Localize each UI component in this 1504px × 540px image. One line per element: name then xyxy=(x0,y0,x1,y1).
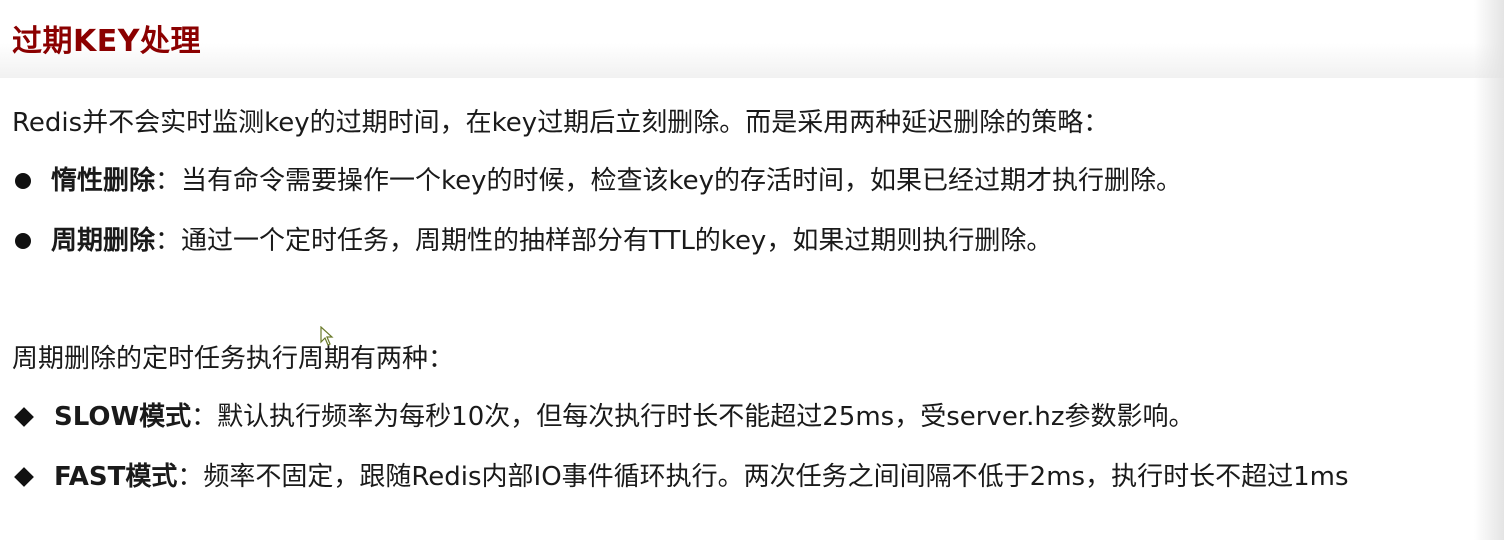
term-description: ：当有命令需要操作一个key的时候，检查该key的存活时间，如果已经过期才执行删… xyxy=(155,166,1183,196)
bullet-dot-icon xyxy=(15,173,31,189)
term-label: FAST模式 xyxy=(54,462,178,492)
intro-text: Redis并不会实时监测key的过期时间，在key过期后立刻删除。而是采用两种延… xyxy=(12,108,1110,138)
header-band xyxy=(0,0,1504,78)
page-edge-shadow xyxy=(1474,0,1504,540)
term-label: 惰性删除 xyxy=(51,166,156,196)
term-description: ：默认执行频率为每秒10次，但每次执行时长不能超过25ms，受server.hz… xyxy=(191,402,1195,432)
list-item-slow-mode: SLOW模式 ：默认执行频率为每秒10次，但每次执行时长不能超过25ms，受se… xyxy=(12,401,1195,433)
bullet-diamond-icon xyxy=(14,407,34,427)
bullet-dot-icon xyxy=(15,233,31,249)
periodic-intro-text: 周期删除的定时任务执行周期有两种： xyxy=(12,344,455,374)
term-description: ：频率不固定，跟随Redis内部IO事件循环执行。两次任务之间间隔不低于2ms，… xyxy=(177,462,1349,492)
term-label: 周期删除 xyxy=(51,226,156,256)
page-title: 过期KEY处理 xyxy=(12,24,201,59)
mouse-cursor-icon xyxy=(320,326,334,346)
term-description: ：通过一个定时任务，周期性的抽样部分有TTL的key，如果过期则执行删除。 xyxy=(155,226,1053,256)
term-label: SLOW模式 xyxy=(54,402,192,432)
list-item-lazy-delete: 惰性删除 ：当有命令需要操作一个key的时候，检查该key的存活时间，如果已经过… xyxy=(12,165,1182,197)
list-item-fast-mode: FAST模式 ：频率不固定，跟随Redis内部IO事件循环执行。两次任务之间间隔… xyxy=(12,461,1349,493)
list-item-periodic-delete: 周期删除 ：通过一个定时任务，周期性的抽样部分有TTL的key，如果过期则执行删… xyxy=(12,225,1052,257)
bullet-diamond-icon xyxy=(14,467,34,487)
